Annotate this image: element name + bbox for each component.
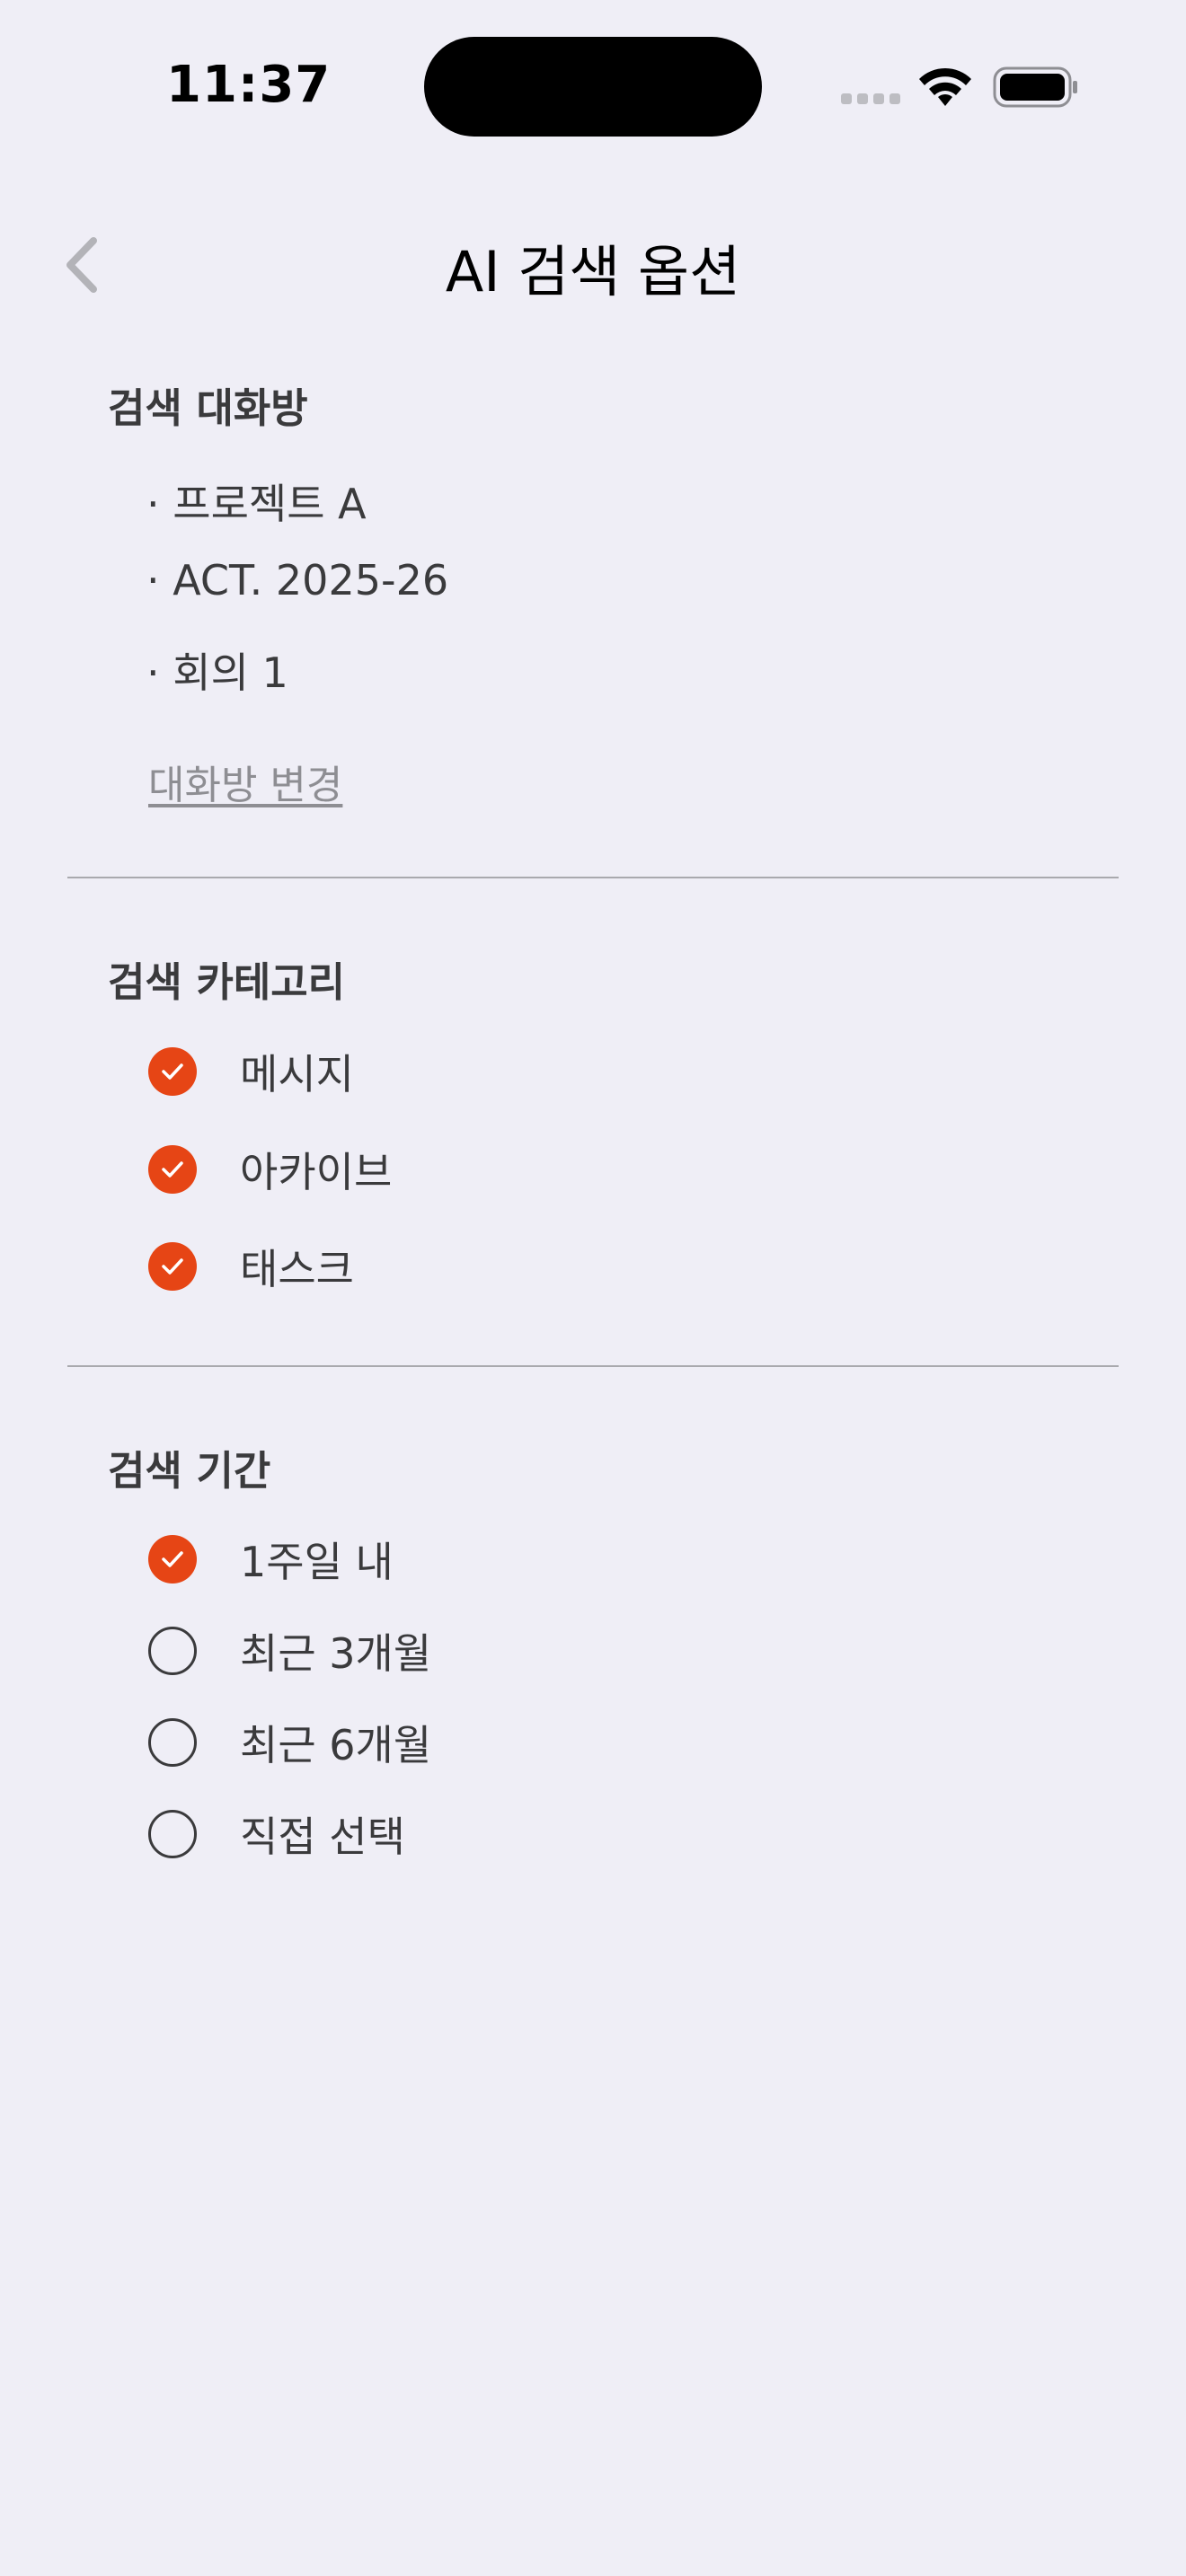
period-option-custom[interactable]: 직접 선택 bbox=[148, 1809, 405, 1861]
navigation-bar: AI 검색 옵션 bbox=[0, 207, 1186, 314]
category-option-tasks[interactable]: 태스크 bbox=[148, 1241, 354, 1293]
option-label: 메시지 bbox=[240, 1050, 354, 1098]
room-item: · 프로젝트 A bbox=[146, 480, 367, 528]
period-option-3-months[interactable]: 최근 3개월 bbox=[148, 1626, 431, 1678]
change-room-link[interactable]: 대화방 변경 bbox=[148, 753, 342, 810]
divider bbox=[67, 877, 1119, 878]
option-label: 1주일 내 bbox=[240, 1538, 394, 1586]
period-option-1-week[interactable]: 1주일 내 bbox=[148, 1534, 394, 1586]
status-bar: 11:37 bbox=[0, 0, 1186, 171]
dynamic-island bbox=[424, 37, 762, 137]
option-label: 최근 3개월 bbox=[240, 1629, 432, 1678]
cellular-signal-icon bbox=[841, 93, 900, 104]
empty-circle-icon[interactable] bbox=[148, 1627, 197, 1675]
page-title: AI 검색 옵션 bbox=[445, 239, 741, 304]
period-section-title: 검색 기간 bbox=[108, 1447, 271, 1495]
option-label: 최근 6개월 bbox=[240, 1721, 432, 1769]
room-item: · 회의 1 bbox=[146, 648, 288, 697]
checkmark-icon[interactable] bbox=[148, 1145, 197, 1194]
empty-circle-icon[interactable] bbox=[148, 1718, 197, 1767]
category-option-messages[interactable]: 메시지 bbox=[148, 1046, 354, 1098]
checkmark-icon[interactable] bbox=[148, 1535, 197, 1584]
battery-icon bbox=[993, 66, 1077, 108]
wifi-icon bbox=[919, 67, 971, 106]
empty-circle-icon[interactable] bbox=[148, 1810, 197, 1858]
option-label: 아카이브 bbox=[240, 1148, 393, 1196]
category-option-archive[interactable]: 아카이브 bbox=[148, 1144, 392, 1196]
category-section-title: 검색 카테고리 bbox=[108, 958, 346, 1006]
checkmark-icon[interactable] bbox=[148, 1242, 197, 1291]
option-label: 태스크 bbox=[240, 1245, 354, 1293]
option-label: 직접 선택 bbox=[240, 1813, 405, 1861]
room-item: · ACT. 2025-26 bbox=[146, 556, 449, 604]
rooms-section-title: 검색 대화방 bbox=[108, 384, 308, 432]
checkmark-icon[interactable] bbox=[148, 1047, 197, 1096]
divider bbox=[67, 1365, 1119, 1367]
status-time: 11:37 bbox=[166, 56, 332, 114]
period-option-6-months[interactable]: 최근 6개월 bbox=[148, 1717, 431, 1769]
